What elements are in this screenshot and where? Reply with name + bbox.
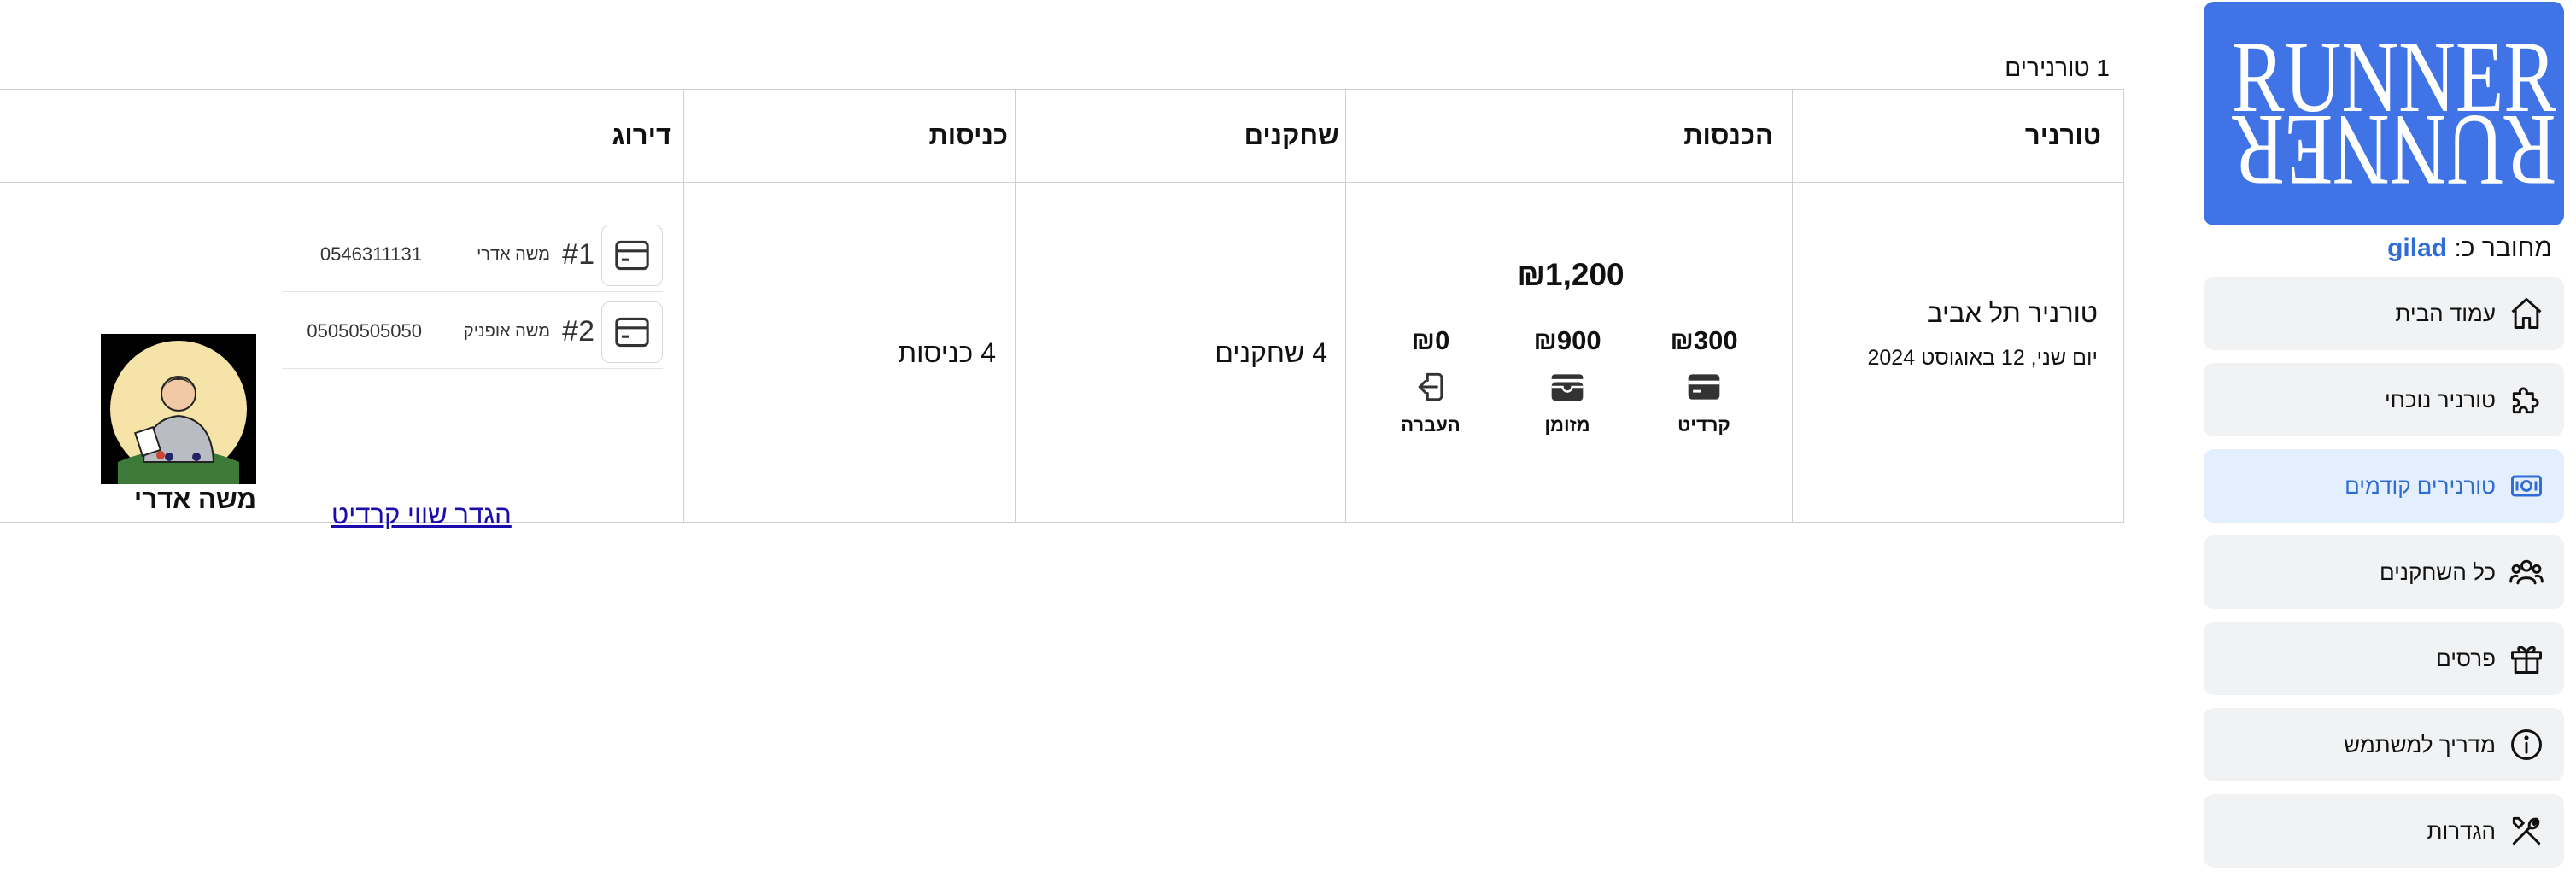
rank-number: #2	[562, 315, 594, 348]
winner-avatar	[101, 334, 256, 484]
sidebar-item-label: מדריך למשתמש	[2344, 732, 2496, 757]
income-transfer: ₪0 העברה	[1371, 325, 1490, 436]
wallet-icon	[1549, 368, 1586, 406]
sidebar-item-label: עמוד הבית	[2395, 301, 2496, 326]
player-phone: 05050505050	[307, 320, 422, 342]
runner-logo[interactable]: RUNNER RUNNER	[2204, 2, 2564, 225]
income-credit: ₪300 קרדיט	[1644, 325, 1764, 436]
credit-card-button[interactable]	[601, 301, 663, 363]
header-players[interactable]: שחקנים	[1244, 90, 1339, 182]
users-icon	[2508, 553, 2545, 591]
ranking-row: #1 משה אדרי 0546311131	[282, 218, 663, 292]
connected-prefix: מחובר כ:	[2454, 234, 2552, 262]
entries-count: 4 כניסות	[897, 337, 996, 368]
connected-user: מחובר כ: gilad	[2387, 234, 2552, 263]
income-amount: ₪900	[1533, 325, 1601, 355]
connected-username: gilad	[2387, 234, 2448, 262]
sidebar-item-label: טורניר נוכחי	[2385, 387, 2496, 412]
credit-card-button[interactable]	[601, 225, 663, 286]
info-icon	[2508, 726, 2545, 763]
sidebar: RUNNER RUNNER מחובר כ: gilad עמוד הבית ט…	[2204, 0, 2564, 883]
player-phone: 0546311131	[319, 243, 422, 265]
sidebar-item-label: כל השחקנים	[2379, 559, 2496, 585]
logo-bottom-text: RUNNER	[2232, 94, 2556, 208]
player-name: משה אדרי	[477, 245, 550, 264]
players-count: 4 שחקנים	[1215, 337, 1327, 368]
sidebar-item-all-players[interactable]: כל השחקנים	[2204, 535, 2564, 609]
tournament-count: 1 טורנירים	[2005, 55, 2110, 81]
home-icon	[2508, 295, 2545, 332]
sidebar-item-home[interactable]: עמוד הבית	[2204, 277, 2564, 350]
income-cash: ₪900 מזומן	[1508, 325, 1627, 436]
sidebar-item-user-guide[interactable]: מדריך למשתמש	[2204, 708, 2564, 781]
tournament-date: יום שני, 12 באוגוסט 2024	[1867, 346, 2098, 370]
sidebar-item-label: טורנירים קודמים	[2345, 473, 2496, 499]
income-label: העברה	[1401, 414, 1461, 436]
credit-card-icon	[1685, 368, 1723, 406]
income-label: קרדיט	[1677, 414, 1730, 436]
income-amount: ₪300	[1670, 325, 1738, 355]
ranking-row: #2 משה אופניק 05050505050	[282, 295, 663, 369]
header-entries[interactable]: כניסות	[928, 90, 1008, 182]
cash-icon	[2508, 467, 2545, 505]
puzzle-icon	[2508, 381, 2545, 418]
set-credit-value-link[interactable]: הגדר שווי קרדיט	[331, 500, 512, 530]
player-name: משה אופניק	[463, 322, 550, 341]
sidebar-item-settings[interactable]: הגדרות	[2204, 794, 2564, 868]
income-amount: ₪0	[1411, 325, 1450, 355]
sidebar-item-previous-tournaments[interactable]: טורנירים קודמים	[2204, 449, 2564, 523]
sidebar-item-label: פרסים	[2436, 646, 2496, 671]
gift-icon	[2508, 640, 2545, 677]
winner-name: משה אדרי	[133, 484, 256, 514]
sidebar-item-label: הגדרות	[2427, 818, 2497, 844]
tournaments-table: טורניר הכנסות שחקנים כניסות דירוג טורניר…	[0, 89, 2124, 529]
income-label: מזומן	[1544, 414, 1590, 436]
tools-icon	[2508, 812, 2545, 850]
sidebar-item-prizes[interactable]: פרסים	[2204, 622, 2564, 695]
header-ranking[interactable]: דירוג	[612, 90, 671, 182]
tournament-name[interactable]: טורניר תל אביב	[1927, 298, 2098, 329]
sidebar-item-current-tournament[interactable]: טורניר נוכחי	[2204, 363, 2564, 436]
header-tournament[interactable]: טורניר	[2025, 90, 2101, 182]
income-total: ₪1,200	[1517, 257, 1625, 292]
header-income[interactable]: הכנסות	[1683, 90, 1773, 182]
rank-number: #1	[562, 238, 594, 271]
transfer-icon	[1412, 368, 1449, 406]
